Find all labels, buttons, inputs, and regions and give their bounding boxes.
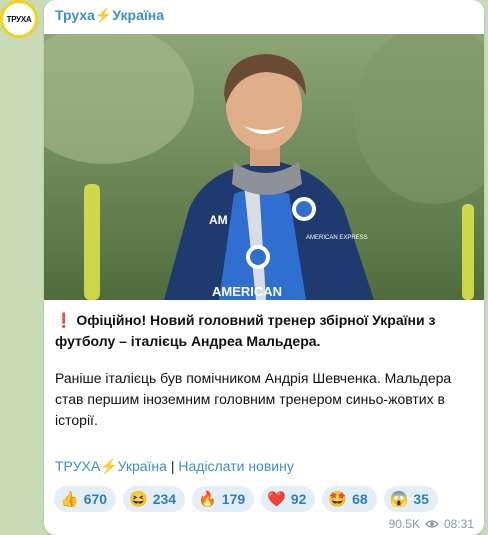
reaction-starstruck[interactable]: 🤩 68 — [322, 486, 377, 512]
message-bubble: Труха⚡Україна AM AMERICAN AMERICAN EXPRE… — [44, 0, 484, 535]
reaction-count: 35 — [413, 491, 429, 507]
reaction-count: 234 — [152, 491, 177, 507]
alert-icon: ❗ — [55, 312, 73, 328]
submit-news-link[interactable]: Надіслати новину — [178, 458, 293, 474]
reaction-count: 68 — [352, 491, 368, 507]
fire-icon: 🔥 — [198, 490, 217, 508]
smile-face-icon: 😆 — [129, 490, 148, 508]
headline-text: Офіційно! Новий головний тренер збірної … — [55, 312, 436, 349]
post-caption: ❗ Офіційно! Новий головний тренер збірно… — [55, 310, 475, 447]
view-count: 90.5K — [388, 517, 420, 531]
shirt-text-bottom: AMERICAN — [212, 284, 282, 299]
reaction-count: 670 — [83, 491, 108, 507]
link-separator: | — [166, 458, 179, 474]
shirt-text-top: AM — [209, 213, 228, 227]
channel-link[interactable]: ТРУХА⚡Україна — [55, 458, 167, 474]
avatar-label: ТРУХА — [6, 14, 32, 24]
badge-text: AMERICAN EXPRESS — [306, 235, 368, 241]
reaction-scream[interactable]: 😱 35 — [383, 486, 438, 512]
party-face-icon: 🤩 — [328, 490, 348, 508]
channel-name[interactable]: Труха⚡Україна — [55, 7, 164, 24]
eye-icon — [424, 520, 439, 528]
post-body: Раніше італієць був помічником Андрія Ше… — [55, 370, 452, 428]
reaction-count: 179 — [221, 491, 246, 507]
reaction-thumbs-up[interactable]: 👍 670 — [54, 486, 117, 512]
message-meta: 90.5K 08:31 — [389, 517, 474, 531]
post-time: 08:31 — [443, 517, 474, 531]
channel-avatar[interactable]: ТРУХА — [0, 0, 38, 38]
heart-icon: ❤️ — [267, 490, 286, 508]
reactions-bar: 👍 670 😆 234 🔥 179 ❤️ 92 🤩 68 😱 35 — [54, 486, 438, 512]
coach-photo-illustration: AM AMERICAN AMERICAN EXPRESS — [44, 34, 484, 300]
post-links: ТРУХА⚡Україна | Надіслати новину — [55, 458, 294, 475]
post-photo[interactable]: AM AMERICAN AMERICAN EXPRESS — [44, 34, 484, 300]
reaction-fire[interactable]: 🔥 179 — [192, 486, 255, 512]
reaction-laugh[interactable]: 😆 234 — [123, 486, 186, 512]
reaction-heart[interactable]: ❤️ 92 — [261, 486, 316, 512]
thumbs-up-icon: 👍 — [60, 490, 79, 508]
post-headline: ❗ Офіційно! Новий головний тренер збірно… — [55, 310, 475, 352]
reaction-count: 92 — [290, 491, 307, 507]
screaming-face-icon: 😱 — [389, 490, 409, 508]
